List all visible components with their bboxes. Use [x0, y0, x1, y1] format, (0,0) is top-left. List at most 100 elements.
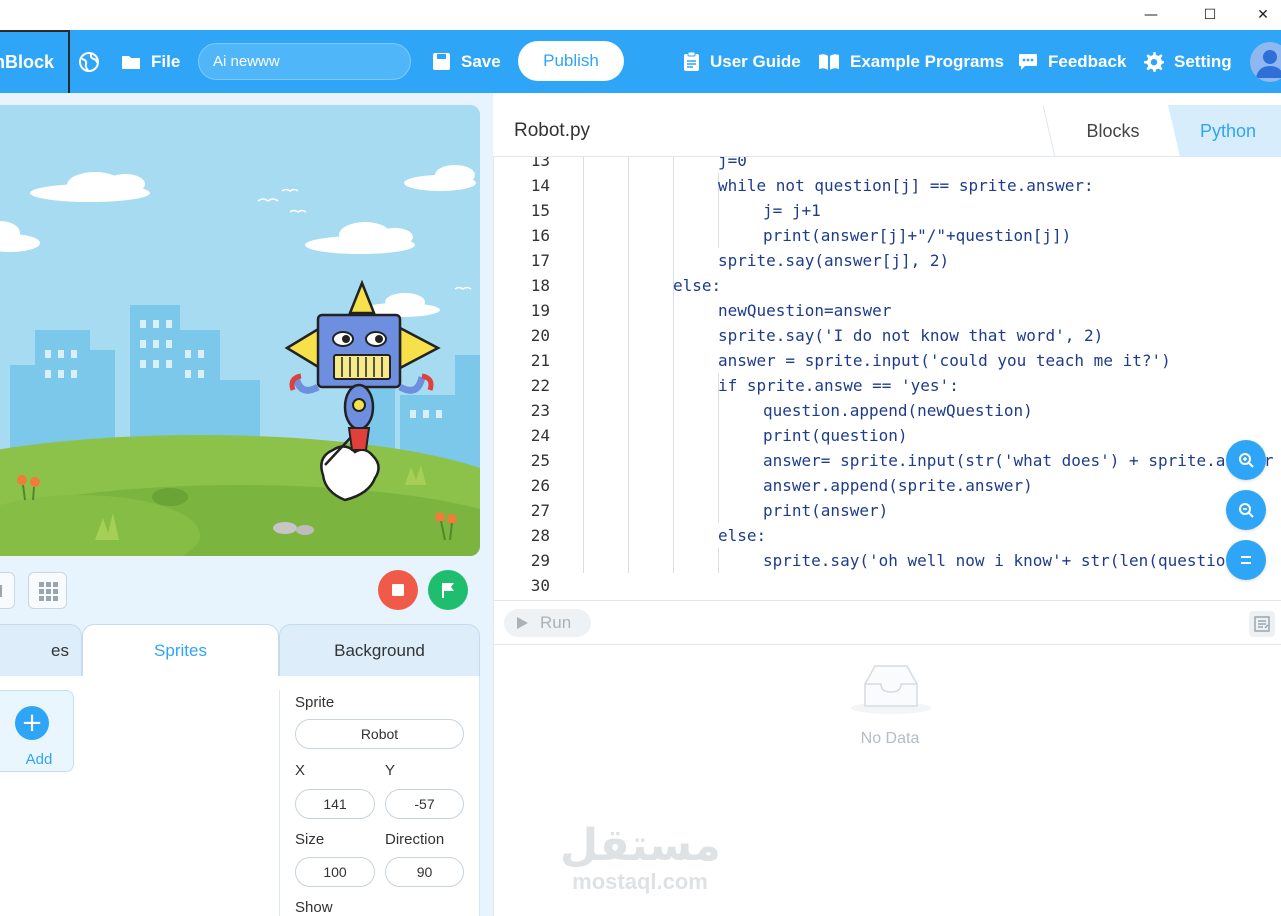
run-button[interactable]: Run	[504, 609, 591, 637]
code-text: sprite.say(answer[j], 2)	[718, 251, 950, 270]
tab-devices[interactable]: es	[0, 624, 82, 676]
user-avatar[interactable]	[1250, 42, 1281, 82]
feedback-label: Feedback	[1048, 51, 1127, 71]
equals-icon	[1241, 556, 1251, 564]
folder-icon	[122, 55, 140, 69]
code-line[interactable]: 27 print(answer)	[494, 498, 1281, 523]
user-guide-label: User Guide	[710, 51, 801, 71]
code-text: print(question)	[763, 426, 908, 445]
show-label: Show	[295, 899, 333, 916]
python-mode-tab[interactable]: Python	[1173, 105, 1281, 157]
grid-view-button[interactable]	[28, 572, 67, 609]
line-number: 25	[530, 451, 550, 470]
code-line[interactable]: 21 answer = sprite.input('could you teach…	[494, 348, 1281, 373]
save-button[interactable]: Save	[432, 30, 501, 93]
small-stage-button[interactable]	[0, 572, 15, 609]
x-field[interactable]: 141	[295, 789, 375, 819]
code-line[interactable]: 14 while not question[j] == sprite.answer…	[494, 173, 1281, 198]
direction-label: Direction	[385, 831, 445, 848]
code-text: answer = sprite.input('could you teach m…	[718, 351, 1171, 370]
size-field[interactable]: 100	[295, 857, 375, 887]
stage-controls	[0, 566, 480, 614]
code-line[interactable]: 17 sprite.say(answer[j], 2)	[494, 248, 1281, 273]
code-text: j=0	[718, 157, 747, 170]
code-text: else:	[718, 526, 767, 545]
code-line[interactable]: 28 else:	[494, 523, 1281, 548]
line-number: 23	[530, 401, 550, 420]
globe-icon	[79, 51, 99, 72]
direction-field[interactable]: 90	[385, 857, 464, 887]
code-line[interactable]: 23 question.append(newQuestion)	[494, 398, 1281, 423]
code-text: question.append(newQuestion)	[763, 401, 1033, 420]
python-code-area[interactable]: 13 j=0 14 while not question[j] == sprite.a…	[494, 157, 1281, 600]
example-programs-button[interactable]: Example Programs	[818, 30, 1004, 93]
clear-icon	[1254, 616, 1270, 632]
file-title: Robot.py	[514, 120, 591, 141]
file-menu[interactable]: File	[121, 30, 180, 93]
feedback-button[interactable]: Feedback	[1018, 30, 1126, 93]
setting-button[interactable]: Setting	[1143, 30, 1232, 93]
panel-divider	[279, 690, 280, 916]
code-line[interactable]: 22 if sprite.answe == 'yes':	[494, 373, 1281, 398]
add-sprite-button[interactable]: + Add	[0, 690, 74, 772]
minimize-button[interactable]: —	[1128, 0, 1174, 30]
code-line[interactable]: 30	[494, 573, 1281, 598]
green-flag-button[interactable]	[428, 570, 468, 610]
code-line[interactable]: 18 else:	[494, 273, 1281, 298]
line-number: 17	[530, 251, 550, 270]
line-number: 18	[530, 276, 550, 295]
sprite-name-field[interactable]: Robot	[295, 719, 464, 749]
stage-tabs: es Sprites Background	[0, 624, 480, 676]
play-icon	[517, 617, 528, 629]
stop-button[interactable]	[378, 570, 418, 610]
chat-bubble-icon	[1019, 53, 1037, 70]
tab-background[interactable]: Background	[279, 624, 480, 676]
stage-scene	[0, 105, 480, 556]
user-guide-button[interactable]: User Guide	[683, 30, 801, 93]
brand-logo[interactable]: mBlock	[0, 30, 70, 95]
code-line[interactable]: 16 print(answer[j]+"/"+question[j])	[494, 223, 1281, 248]
zoom-in-button[interactable]	[1226, 440, 1266, 480]
code-line[interactable]: 20 sprite.say('I do not know that word', …	[494, 323, 1281, 348]
stage-canvas[interactable]	[0, 105, 480, 556]
line-number: 24	[530, 426, 550, 445]
book-icon	[819, 53, 839, 70]
size-label: Size	[295, 831, 325, 848]
close-button[interactable]: ✕	[1240, 0, 1281, 30]
language-button[interactable]	[78, 30, 110, 93]
example-programs-label: Example Programs	[850, 51, 1005, 71]
code-line[interactable]: 29 sprite.say('oh well now i know'+ str(l…	[494, 548, 1281, 573]
line-number: 16	[530, 226, 550, 245]
console-toolbar: Run	[494, 600, 1281, 645]
editor-header: Robot.py Blocks Python	[493, 105, 1281, 157]
main-toolbar: mBlock File Ai newww Save Publish User G…	[0, 30, 1281, 95]
line-number: 30	[530, 576, 550, 595]
clipboard-icon	[684, 51, 699, 71]
code-text: if sprite.answe == 'yes':	[718, 376, 959, 395]
code-line[interactable]: 24 print(question)	[494, 423, 1281, 448]
file-menu-label: File	[151, 51, 181, 71]
empty-inbox-icon	[851, 662, 931, 722]
code-line[interactable]: 19 newQuestion=answer	[494, 298, 1281, 323]
project-name-input[interactable]: Ai newww	[198, 43, 411, 80]
blocks-mode-tab[interactable]: Blocks	[1048, 105, 1178, 157]
y-field[interactable]: -57	[385, 789, 464, 819]
zoom-out-button[interactable]	[1226, 490, 1266, 530]
code-line[interactable]: 25 answer= sprite.input(str('what does') …	[494, 448, 1281, 473]
code-line[interactable]: 13 j=0	[494, 157, 1281, 173]
watermark-latin: mostaql.com	[572, 869, 708, 894]
zoom-reset-button[interactable]	[1226, 540, 1266, 580]
publish-button[interactable]: Publish	[518, 41, 624, 81]
line-number: 15	[530, 201, 550, 220]
code-line[interactable]: 15 j= j+1	[494, 198, 1281, 223]
line-number: 29	[530, 551, 550, 570]
line-number: 19	[530, 301, 550, 320]
code-line[interactable]: 26 answer.append(sprite.answer)	[494, 473, 1281, 498]
zoom-in-icon	[1239, 453, 1254, 468]
line-number: 13	[530, 157, 550, 170]
maximize-button[interactable]: ☐	[1187, 0, 1233, 30]
line-number: 21	[530, 351, 550, 370]
tab-sprites[interactable]: Sprites	[82, 624, 279, 676]
clear-console-button[interactable]	[1249, 611, 1275, 637]
line-number: 26	[530, 476, 550, 495]
